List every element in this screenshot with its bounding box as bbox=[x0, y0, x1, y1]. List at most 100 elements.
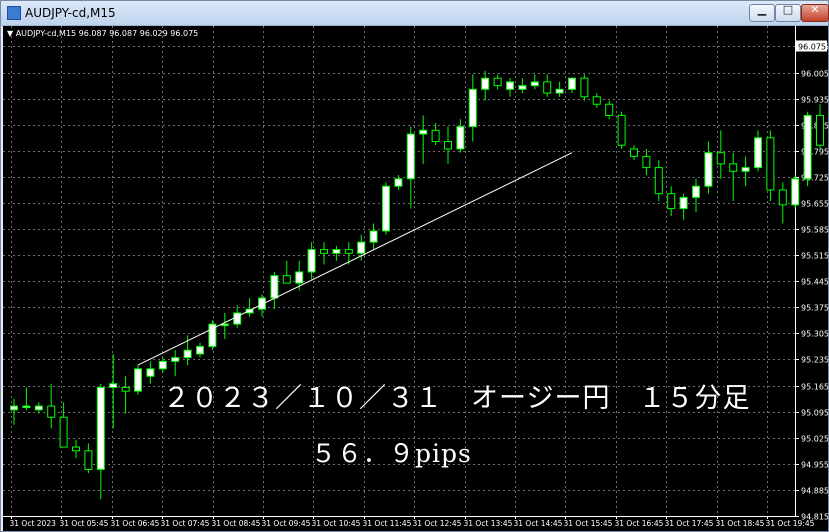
y-tick-label: 95.235 bbox=[801, 356, 828, 365]
candle-body bbox=[282, 275, 291, 284]
candle-body bbox=[394, 178, 403, 187]
candle bbox=[568, 77, 576, 94]
candle-body bbox=[196, 345, 204, 355]
y-tick-label: 94.885 bbox=[801, 487, 828, 496]
close-icon: ✕ bbox=[810, 3, 820, 16]
candle bbox=[605, 100, 614, 120]
y-tick-label: 95.025 bbox=[801, 435, 828, 444]
candle bbox=[121, 376, 130, 414]
candle-body bbox=[233, 312, 242, 325]
x-tick-label: 31 Oct 16:45 bbox=[615, 519, 664, 528]
x-tick-label: 31 Oct 05:45 bbox=[60, 519, 109, 528]
minimize-button[interactable]: ▁ bbox=[749, 3, 775, 22]
candle-body bbox=[146, 368, 155, 377]
candle bbox=[84, 443, 93, 474]
candle-body bbox=[543, 81, 552, 94]
candle-body bbox=[493, 77, 502, 87]
candle bbox=[394, 175, 403, 190]
candle bbox=[332, 245, 341, 261]
candle bbox=[580, 74, 589, 101]
candle-body bbox=[754, 137, 762, 169]
x-tick-label: 31 Oct 2023 bbox=[10, 519, 57, 528]
y-tick-label: 96.005 bbox=[801, 70, 828, 79]
candle bbox=[307, 242, 316, 280]
candle bbox=[716, 130, 725, 179]
candle bbox=[22, 387, 31, 410]
candle-body bbox=[84, 450, 93, 470]
candle bbox=[506, 78, 514, 97]
candle bbox=[59, 402, 68, 448]
candle-body bbox=[171, 357, 180, 362]
candle-body bbox=[816, 114, 824, 146]
candle bbox=[704, 141, 713, 194]
title-bar[interactable]: AUDJPY-cd,M15 ▁ □ ✕ bbox=[1, 1, 829, 26]
candle-body bbox=[803, 114, 812, 180]
headline-annotation: ２０２３／１０／３１ オージー円 １５分足 bbox=[163, 383, 751, 414]
candle bbox=[617, 111, 626, 149]
current-price-label: 96.075 bbox=[798, 42, 826, 51]
x-tick-label: 31 Oct 10:45 bbox=[312, 519, 361, 528]
candle-body bbox=[444, 141, 452, 150]
candle bbox=[816, 104, 824, 149]
candle-body bbox=[22, 405, 31, 409]
x-tick-label: 31 Oct 12:45 bbox=[413, 519, 462, 528]
candle bbox=[667, 186, 676, 217]
candle bbox=[220, 312, 229, 340]
candle-body bbox=[729, 163, 738, 172]
candle bbox=[208, 320, 217, 351]
candle bbox=[320, 242, 328, 265]
candle bbox=[630, 145, 638, 161]
candle-body bbox=[617, 114, 626, 146]
candle-body bbox=[134, 368, 142, 392]
candle-body bbox=[555, 88, 564, 94]
candle-body bbox=[382, 185, 390, 232]
candle bbox=[481, 70, 490, 101]
chart-area[interactable]: 94.815 94.885 94.955 95.025 95.095 95.165 95.2… bbox=[3, 26, 828, 531]
y-tick-label: 95.935 bbox=[801, 96, 828, 105]
candle-body bbox=[357, 241, 366, 254]
candle bbox=[146, 361, 155, 384]
x-tick-label: 31 Oct 17:45 bbox=[665, 519, 714, 528]
candle-body bbox=[121, 386, 130, 392]
x-tick-label: 31 Oct 15:45 bbox=[564, 519, 613, 528]
candle bbox=[109, 353, 118, 429]
candle bbox=[382, 182, 390, 235]
maximize-button[interactable]: □ bbox=[775, 3, 801, 22]
y-tick-label: 95.585 bbox=[801, 226, 828, 235]
candle bbox=[729, 152, 738, 202]
candle bbox=[72, 439, 80, 459]
candle bbox=[654, 160, 663, 202]
chart-window: AUDJPY-cd,M15 ▁ □ ✕ 94.815 94.885 94.955 95… bbox=[0, 0, 829, 532]
candle bbox=[196, 342, 204, 358]
y-tick-label: 95.165 bbox=[801, 383, 828, 392]
candle bbox=[543, 74, 552, 97]
candle bbox=[369, 223, 378, 250]
pips-annotation: ５６．９pips bbox=[311, 439, 472, 468]
candle-body bbox=[406, 133, 415, 180]
x-tick-label: 31 Oct 07:45 bbox=[161, 519, 210, 528]
candle bbox=[493, 74, 502, 90]
candle-body bbox=[654, 167, 663, 195]
candle-body bbox=[431, 129, 440, 143]
candle-body bbox=[692, 185, 700, 198]
candle-body bbox=[605, 103, 614, 116]
candle-body bbox=[791, 178, 800, 206]
x-tick-label: 31 Oct 09:45 bbox=[262, 519, 311, 528]
candle bbox=[158, 357, 167, 373]
candle bbox=[245, 298, 254, 317]
candle-body bbox=[183, 349, 192, 359]
candle-body bbox=[518, 85, 527, 90]
candle-body bbox=[679, 196, 688, 210]
minimize-icon: ▁ bbox=[757, 3, 767, 16]
candle bbox=[741, 156, 750, 187]
candle-body bbox=[704, 152, 713, 187]
candle bbox=[468, 74, 477, 142]
close-button[interactable]: ✕ bbox=[801, 3, 829, 22]
candle-body bbox=[468, 88, 477, 128]
x-tick-label: 31 Oct 08:45 bbox=[212, 519, 261, 528]
candle bbox=[592, 93, 601, 108]
candle bbox=[555, 81, 564, 97]
candle bbox=[679, 193, 688, 220]
candle-body bbox=[592, 96, 601, 105]
candle bbox=[791, 175, 800, 209]
